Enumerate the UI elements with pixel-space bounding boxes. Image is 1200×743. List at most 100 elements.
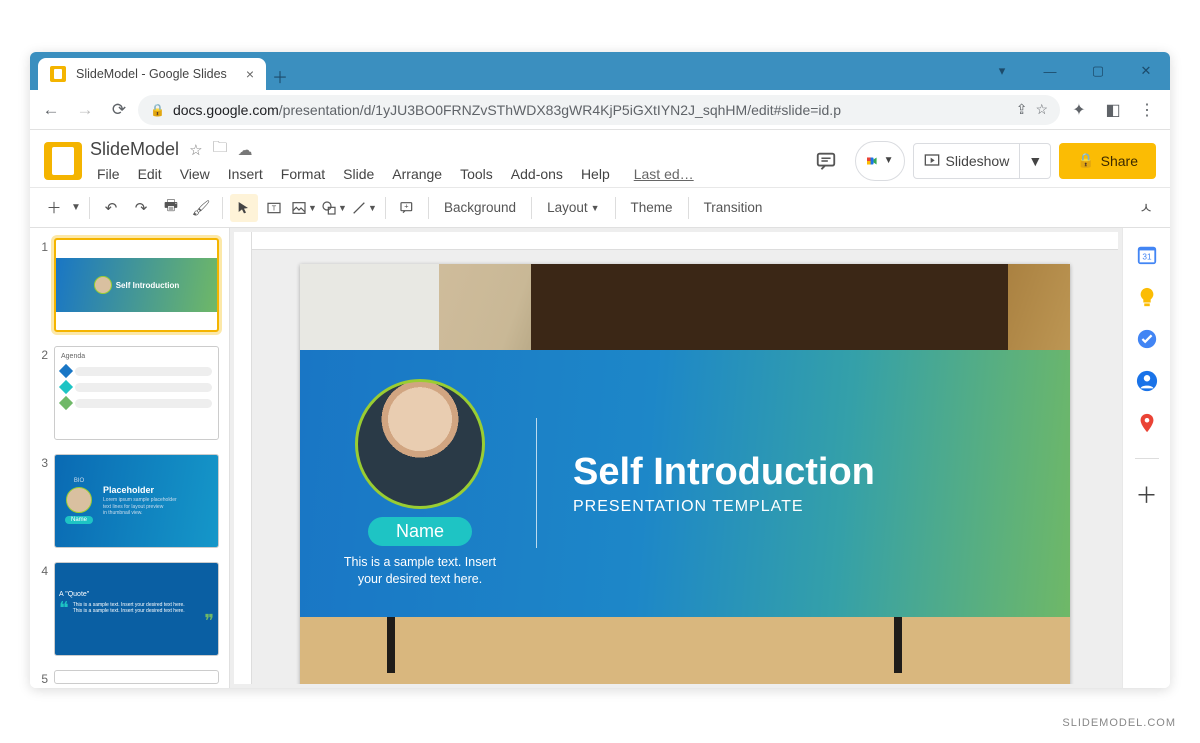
extensions-icon[interactable]: ✦ <box>1064 95 1094 125</box>
menu-insert[interactable]: Insert <box>221 164 270 184</box>
window-titlebar: SlideModel - Google Slides × ＋ ▾ — ▢ ✕ <box>30 52 1170 90</box>
layout-button[interactable]: Layout▼ <box>539 200 607 215</box>
comment-tool[interactable]: + <box>393 194 421 222</box>
reload-button[interactable]: ⟳ <box>104 95 134 125</box>
redo-button[interactable]: ↷ <box>127 194 155 222</box>
sample-text[interactable]: This is a sample text. Insert your desir… <box>340 554 500 588</box>
theme-button[interactable]: Theme <box>623 200 681 215</box>
add-comment-icon: + <box>399 200 415 216</box>
thumbnail-1[interactable]: 1 Self Introduction <box>36 238 219 332</box>
tasks-icon[interactable] <box>1136 328 1158 350</box>
ruler-vertical <box>234 232 252 684</box>
menu-addons[interactable]: Add-ons <box>504 164 570 184</box>
slide-subtitle[interactable]: PRESENTATION TEMPLATE <box>573 498 875 516</box>
keep-icon[interactable] <box>1136 286 1158 308</box>
menu-view[interactable]: View <box>173 164 217 184</box>
menu-format[interactable]: Format <box>274 164 332 184</box>
side-panel: 31 ＋ <box>1122 228 1170 688</box>
transition-button[interactable]: Transition <box>696 200 771 215</box>
print-button[interactable]: 🖶 <box>157 194 185 222</box>
app-header: SlideModel ☆ 🗀 ☁ File Edit View Insert F… <box>30 130 1170 188</box>
slides-favicon-icon <box>50 66 66 82</box>
workspace: 1 Self Introduction 2 Agenda 3 BIONamePl… <box>30 228 1170 688</box>
address-bar-row: ← → ⟳ 🔒 docs.google.com/presentation/d/1… <box>30 90 1170 130</box>
close-tab-icon[interactable]: × <box>246 66 254 82</box>
lock-share-icon: 🔒 <box>1077 152 1094 169</box>
forward-button[interactable]: → <box>70 95 100 125</box>
menu-help[interactable]: Help <box>574 164 617 184</box>
url-text: docs.google.com/presentation/d/1yJU3BO0F… <box>173 102 1008 118</box>
minimize-icon[interactable]: ▾ <box>978 52 1026 90</box>
thumbnail-2[interactable]: 2 Agenda <box>36 346 219 440</box>
avatar-image[interactable] <box>355 379 485 509</box>
address-bar[interactable]: 🔒 docs.google.com/presentation/d/1yJU3BO… <box>138 95 1060 125</box>
shape-tool[interactable]: ▼ <box>320 194 348 222</box>
new-tab-button[interactable]: ＋ <box>266 62 294 90</box>
menu-arrange[interactable]: Arrange <box>385 164 449 184</box>
last-edit-link[interactable]: Last ed… <box>627 164 701 184</box>
cloud-status-icon[interactable]: ☁ <box>238 141 253 159</box>
paint-format-button[interactable]: 🖌 <box>187 194 215 222</box>
cursor-icon <box>236 200 252 216</box>
slides-logo-icon[interactable] <box>44 142 82 180</box>
play-icon <box>924 153 940 169</box>
line-tool[interactable]: ▼ <box>350 194 378 222</box>
tab-title: SlideModel - Google Slides <box>76 67 227 81</box>
meet-icon <box>866 150 878 172</box>
share-button[interactable]: 🔒 Share <box>1059 143 1156 179</box>
add-addon-icon[interactable]: ＋ <box>1136 483 1158 505</box>
hide-menus-button[interactable]: ㅅ <box>1132 194 1160 222</box>
undo-button[interactable]: ↶ <box>97 194 125 222</box>
share-url-icon[interactable]: ⇪ <box>1016 101 1028 118</box>
canvas-wrap: Name This is a sample text. Insert your … <box>230 228 1122 688</box>
toolbar: ＋ ▼ ↶ ↷ 🖶 🖌 T ▼ ▼ ▼ + Background <box>30 188 1170 228</box>
menu-edit[interactable]: Edit <box>131 164 169 184</box>
svg-text:T: T <box>272 203 277 212</box>
canvas-area[interactable]: Name This is a sample text. Insert your … <box>252 250 1118 684</box>
sidepanel-icon[interactable]: ◧ <box>1098 95 1128 125</box>
minimize-window-icon[interactable]: — <box>1026 52 1074 90</box>
menu-bar: File Edit View Insert Format Slide Arran… <box>90 164 701 184</box>
thumbnail-3[interactable]: 3 BIONamePlaceholderLorem ipsum sample p… <box>36 454 219 548</box>
watermark: SLIDEMODEL.COM <box>1062 717 1176 729</box>
slideshow-dropdown[interactable]: ▼ <box>1020 143 1051 179</box>
calendar-icon[interactable]: 31 <box>1136 244 1158 266</box>
back-button[interactable]: ← <box>36 95 66 125</box>
background-button[interactable]: Background <box>436 200 524 215</box>
meet-button[interactable]: ▼ <box>855 141 905 181</box>
maximize-window-icon[interactable]: ▢ <box>1074 52 1122 90</box>
menu-tools[interactable]: Tools <box>453 164 500 184</box>
new-slide-dropdown[interactable]: ▼ <box>70 194 82 222</box>
menu-file[interactable]: File <box>90 164 127 184</box>
thumbnail-5[interactable]: 5 <box>36 670 219 686</box>
menu-slide[interactable]: Slide <box>336 164 381 184</box>
new-slide-button[interactable]: ＋ <box>40 194 68 222</box>
doc-title[interactable]: SlideModel <box>90 139 179 160</box>
contacts-icon[interactable] <box>1136 370 1158 392</box>
textbox-tool[interactable]: T <box>260 194 288 222</box>
chrome-menu-icon[interactable]: ⋮ <box>1132 95 1162 125</box>
comments-button[interactable] <box>805 143 847 179</box>
select-tool[interactable] <box>230 194 258 222</box>
browser-window: SlideModel - Google Slides × ＋ ▾ — ▢ ✕ ←… <box>30 52 1170 688</box>
close-window-icon[interactable]: ✕ <box>1122 52 1170 90</box>
slide-canvas[interactable]: Name This is a sample text. Insert your … <box>300 264 1070 684</box>
slide-overlay: Name This is a sample text. Insert your … <box>300 350 1070 617</box>
move-icon[interactable]: 🗀 <box>213 137 228 162</box>
ruler-horizontal <box>252 232 1118 250</box>
star-icon[interactable]: ☆ <box>189 141 202 159</box>
maps-icon[interactable] <box>1136 412 1158 434</box>
slide-title[interactable]: Self Introduction <box>573 451 875 494</box>
name-pill[interactable]: Name <box>368 517 472 546</box>
slideshow-button[interactable]: Slideshow <box>913 143 1021 179</box>
browser-tab[interactable]: SlideModel - Google Slides × <box>38 58 266 90</box>
svg-text:31: 31 <box>1142 253 1152 262</box>
window-controls: ▾ — ▢ ✕ <box>978 52 1170 90</box>
divider-line <box>536 418 537 548</box>
bookmark-icon[interactable]: ☆ <box>1035 101 1048 118</box>
thumbnail-panel: 1 Self Introduction 2 Agenda 3 BIONamePl… <box>30 228 230 688</box>
thumbnail-4[interactable]: 4 A "Quote"❝This is a sample text. Inser… <box>36 562 219 656</box>
lock-icon: 🔒 <box>150 103 165 117</box>
image-tool[interactable]: ▼ <box>290 194 318 222</box>
image-icon <box>291 200 307 216</box>
